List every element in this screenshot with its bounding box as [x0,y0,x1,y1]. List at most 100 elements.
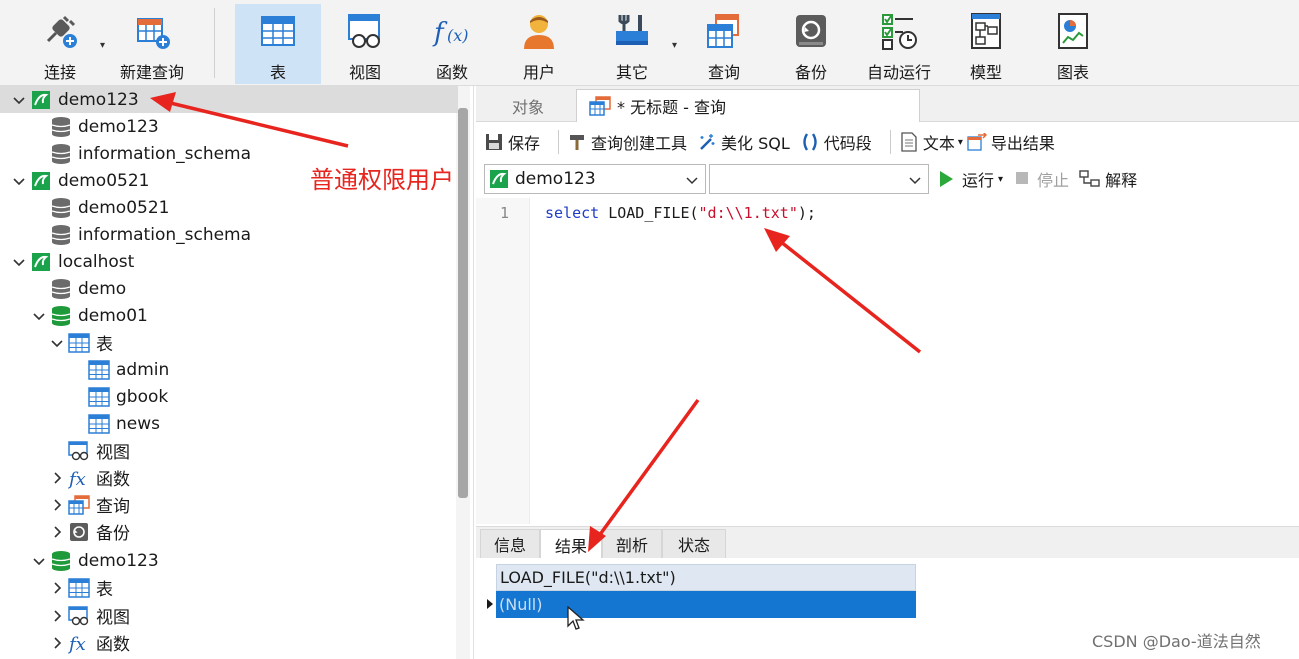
connect-button[interactable]: 连接 [20,4,100,84]
tree-table-gbook[interactable]: gbook [0,383,458,410]
floppy-disk-icon [484,132,504,152]
tab-info[interactable]: 信息 [480,529,540,559]
stop-button[interactable]: 停止 [1015,167,1069,191]
run-dropdown-icon[interactable]: ▾ [998,174,1003,185]
chevron-right-icon[interactable] [50,471,64,485]
tree-folder-views[interactable]: 视图 [0,437,458,464]
tree-table-admin[interactable]: admin [0,356,458,383]
svg-text:(x): (x) [447,26,469,45]
database-select[interactable] [709,164,929,194]
chevron-right-icon[interactable] [50,609,64,623]
chevron-down-icon[interactable] [50,336,64,350]
tree-database-demo123-open[interactable]: demo123 [0,547,458,574]
chevron-down-icon[interactable] [12,255,26,269]
explain-label: 解释 [1105,171,1138,190]
text-output-label: 文本 [922,134,955,153]
other-button[interactable]: 其它 [592,4,672,84]
tab-result[interactable]: 结果 [540,529,602,559]
run-controls: 运行 ▾ 停止 解释 [938,166,1137,192]
tree-folder-functions[interactable]: fx 函数 [0,464,458,491]
tree-folder-backups[interactable]: 备份 [0,518,458,545]
tree-database-information-schema[interactable]: information_schema [0,221,458,248]
tab-status[interactable]: 状态 [662,529,726,559]
table-icon [88,413,110,435]
tab-profile[interactable]: 剖析 [602,529,662,559]
query-button[interactable]: 查询 [684,4,764,84]
user-button[interactable]: 用户 [499,4,579,84]
tree-label: demo123 [58,89,139,110]
view-button[interactable]: 视图 [325,4,405,84]
chevron-down-icon[interactable] [32,554,46,568]
code-snippet-label: 代码段 [823,134,872,153]
sql-editor[interactable]: 1 select LOAD_FILE("d:\\1.txt"); [476,198,1299,524]
tree-connection-localhost[interactable]: localhost [0,248,458,275]
chevron-right-icon[interactable] [50,581,64,595]
result-cell[interactable]: (Null) [496,591,916,618]
tree-folder-functions[interactable]: fx 函数 [0,629,458,656]
backup-button[interactable]: 备份 [771,4,851,84]
save-button[interactable]: 保存 [484,130,540,154]
run-button[interactable]: 运行 ▾ [938,167,1003,191]
text-output-button[interactable]: 文本 ▾ [899,130,963,154]
query-builder-button[interactable]: 查询创建工具 [567,130,687,154]
export-results-button[interactable]: 导出结果 [967,130,1055,154]
toolbar-label-user: 用户 [522,63,555,82]
query-builder-label: 查询创建工具 [591,134,688,153]
hammer-icon [567,132,587,152]
tree-database-demo123[interactable]: demo123 [0,113,458,140]
chart-icon [1052,10,1094,52]
table-button[interactable]: 表 [235,4,321,84]
chevron-right-icon[interactable] [50,525,64,539]
tree-folder-tables[interactable]: 表 [0,329,458,356]
parentheses-icon [800,132,820,152]
tree-label: demo [78,278,127,299]
tree-label: 函数 [96,635,130,655]
tree-database-demo01[interactable]: demo01 [0,302,458,329]
tree-database-demo[interactable]: demo [0,275,458,302]
other-dropdown-icon[interactable]: ▾ [672,40,677,51]
toolbar-label-view: 视图 [348,63,381,82]
new-query-button[interactable]: 新建查询 [112,4,192,84]
query-icon [68,494,90,516]
chart-button[interactable]: 图表 [1033,4,1113,84]
backup-icon [68,521,90,543]
explain-button[interactable]: 解释 [1079,167,1137,191]
result-column-header[interactable]: LOAD_FILE("d:\\1.txt") [496,564,916,591]
tree-folder-tables[interactable]: 表 [0,574,458,601]
line-number-gutter: 1 [476,198,530,524]
chevron-down-icon [685,172,699,186]
tree-label: information_schema [78,224,252,245]
text-dropdown-icon[interactable]: ▾ [958,137,963,148]
toolbar-label-new-query: 新建查询 [119,63,184,82]
table-icon [88,386,110,408]
connection-select[interactable]: demo123 [484,164,706,194]
chevron-down-icon[interactable] [12,93,26,107]
connect-dropdown-icon[interactable]: ▾ [100,40,105,51]
tree-connection-demo123[interactable]: demo123 [0,86,458,113]
chevron-down-icon[interactable] [32,309,46,323]
tree-label: 视图 [96,608,130,628]
tree-folder-views[interactable]: 视图 [0,602,458,629]
user-icon [518,10,560,52]
tree-database-demo0521[interactable]: demo0521 [0,194,458,221]
export-results-label: 导出结果 [990,134,1055,153]
tree-folder-queries[interactable]: 查询 [0,491,458,518]
database-icon [50,224,72,246]
tree-table-news[interactable]: news [0,410,458,437]
sql-code-line[interactable]: select LOAD_FILE("d:\\1.txt"); [545,204,816,222]
tab-untitled-query[interactable]: * 无标题 - 查询 [576,89,920,122]
model-button[interactable]: 模型 [946,4,1026,84]
chevron-right-icon[interactable] [50,636,64,650]
tree-label: demo123 [78,116,159,137]
auto-run-button[interactable]: 自动运行 [858,4,940,84]
toolbar-label-connect: 连接 [43,63,76,82]
tab-objects[interactable]: 对象 [480,89,576,122]
beautify-sql-button[interactable]: 美化 SQL [697,130,790,154]
tree-scrollbar-thumb[interactable] [458,108,468,498]
code-snippet-button[interactable]: 代码段 [800,130,872,154]
function-button[interactable]: f (x) 函数 [412,4,492,84]
chevron-down-icon[interactable] [12,174,26,188]
tree-label: gbook [116,386,169,407]
chevron-right-icon[interactable] [50,498,64,512]
database-open-icon [50,550,72,572]
